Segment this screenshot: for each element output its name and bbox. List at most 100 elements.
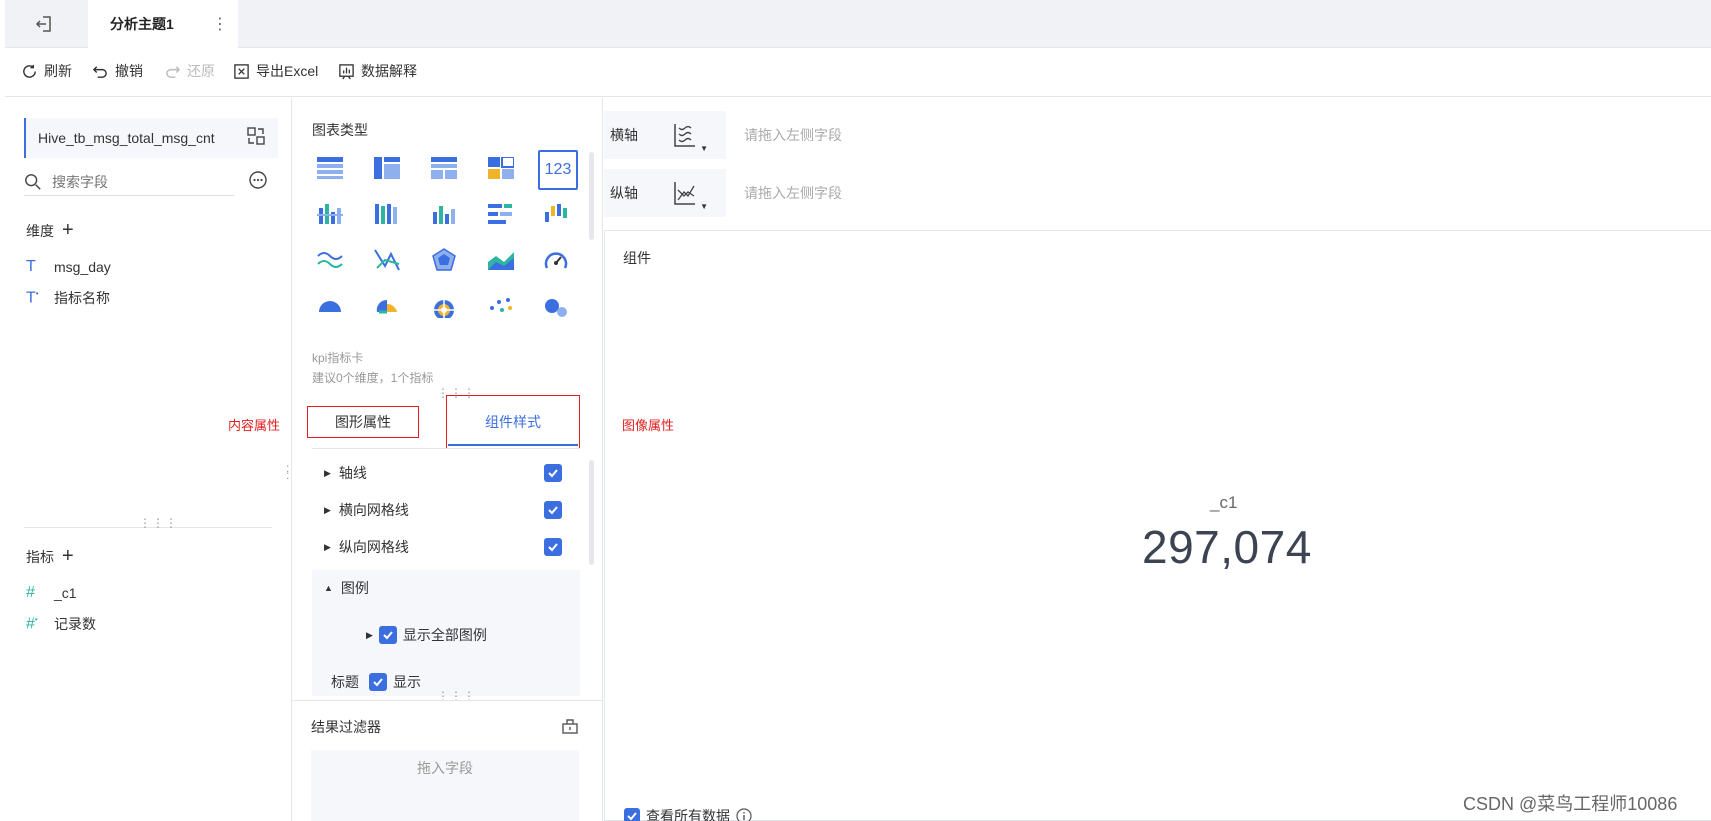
x-axis-type-icon[interactable]: ▼ [654,111,714,159]
show-all-legend-option[interactable]: ▶ 显示全部图例 [366,625,487,645]
tab-style-label: 组件样式 [485,414,541,430]
panel-divider [292,700,603,701]
redo-label: 还原 [187,63,215,79]
checkbox-checked[interactable] [544,538,562,556]
view-all-label: 查看所有数据 [646,808,730,821]
resize-handle[interactable]: ⋮⋮⋮ [437,690,476,702]
gauge-chart-icon[interactable] [538,242,574,278]
y-axis-type-icon[interactable]: ▼ [654,169,714,217]
csdn-watermark: CSDN @菜鸟工程师10086 [1463,794,1678,814]
multi-line-icon[interactable] [369,242,405,278]
content-props-annotation: 内容属性 [228,418,281,433]
dashboard-card-icon[interactable] [483,150,519,186]
y-axis-drop-zone[interactable]: 请拖入左侧字段 [726,169,1711,217]
tab-title: 分析主题1 [110,16,174,32]
checkbox-checked[interactable] [544,501,562,519]
prop-label: 纵向网格线 [338,539,409,555]
kpi-glyph: 123 [544,161,572,178]
field-label: 记录数 [54,616,96,632]
prop-vertical-grid[interactable]: ▶ 纵向网格线 [312,529,580,565]
pie-chart-icon[interactable] [312,288,348,324]
checkbox-checked[interactable] [378,626,397,644]
title-show-label: 显示 [393,674,421,690]
x-axis-drop-zone[interactable]: 请拖入左侧字段 [726,111,1711,159]
switch-dataset-icon[interactable] [246,126,266,146]
component-label: 组件 [623,250,651,266]
detail-table-icon[interactable] [426,150,462,186]
redo-button[interactable]: 还原 [164,61,215,81]
line-chart-icon[interactable] [312,242,348,278]
tab-component-style[interactable]: 组件样式 [446,395,580,449]
collapse-arrow-icon: ▲ [324,583,333,593]
dataset-name: Hive_tb_msg_total_msg_cnt [38,130,215,146]
kpi-value: 297,074 [1142,521,1312,573]
radar-chart-icon[interactable] [426,242,462,278]
rose-chart-icon[interactable] [369,288,405,324]
title-show-option[interactable]: 标题 显示 [331,672,421,692]
tab-divider [312,448,580,449]
image-props-annotation: 图像属性 [622,418,675,433]
add-dimension-icon[interactable]: + [62,219,74,242]
horizontal-bar-icon[interactable] [483,196,519,232]
dimension-field[interactable]: T• 指标名称 [26,288,110,308]
undo-icon [92,65,107,78]
info-icon[interactable] [736,808,752,821]
y-axis-label: 纵轴 [610,185,638,201]
metric-field[interactable]: #• 记录数 [26,614,96,634]
table-chart-icon[interactable] [312,150,348,186]
exit-icon[interactable] [34,14,54,34]
area-chart-icon[interactable] [483,242,519,278]
show-all-legend-label: 显示全部图例 [402,627,487,643]
field-panel [5,98,292,821]
prop-axis-line[interactable]: ▶ 轴线 [312,455,580,491]
sunburst-chart-icon[interactable] [426,288,462,324]
chart-types-title: 图表类型 [312,122,368,138]
prop-horizontal-grid[interactable]: ▶ 横向网格线 [312,492,580,528]
horizontal-resize-handle[interactable]: ⋮⋮⋮ [139,517,178,529]
dimensions-section: 维度 + [26,219,74,242]
bar-chart-icon[interactable] [426,196,462,232]
dataset-selector[interactable]: Hive_tb_msg_total_msg_cnt [24,118,278,158]
prop-legend[interactable]: ▲ 图例 [312,570,580,606]
checkbox-checked[interactable] [624,808,640,821]
dimension-field[interactable]: T msg_day [26,258,111,276]
search-input[interactable] [52,173,212,190]
add-metric-icon[interactable]: + [62,545,74,568]
vertical-resize-handle[interactable]: :: [286,462,290,481]
checkbox-checked[interactable] [544,464,562,482]
filter-settings-icon[interactable] [561,717,579,735]
more-options-icon[interactable] [248,170,268,190]
search-icon [25,173,41,190]
metrics-section: 指标 + [26,545,74,568]
kpi-card-icon[interactable]: 123 [538,150,578,190]
scatter-chart-icon[interactable] [483,288,519,324]
export-label: 导出Excel [256,63,319,79]
dimensions-title: 维度 [26,222,54,239]
prop-label: 横向网格线 [338,502,409,518]
bubble-chart-icon[interactable] [538,288,574,324]
chart-type-hint: 建议0个维度，1个指标 [312,371,434,385]
filter-drop-zone[interactable]: 拖入字段 [311,750,579,821]
data-explain-button[interactable]: 数据解释 [338,61,417,81]
cross-table-icon[interactable] [369,150,405,186]
number-type-calc-icon: #• [26,614,38,633]
export-excel-button[interactable]: 导出Excel [233,61,318,81]
refresh-icon [23,64,36,78]
refresh-button[interactable]: 刷新 [21,61,72,81]
undo-button[interactable]: 撤销 [92,61,143,81]
vertical-dots-icon[interactable]: ⋮ [212,14,228,34]
checkbox-checked[interactable] [369,673,387,691]
prop-label: 轴线 [338,465,367,481]
stacked-bar-icon[interactable] [369,196,405,232]
field-search[interactable] [24,168,234,196]
range-bar-icon[interactable] [538,196,574,232]
metric-field[interactable]: # _c1 [26,584,77,602]
expand-arrow-icon: ▶ [324,541,331,552]
grouped-bar-icon[interactable] [312,196,348,232]
view-all-data-option[interactable]: 查看所有数据 [624,806,752,821]
chart-explain-icon [339,63,354,79]
active-tab-underline [448,444,578,446]
tab-graph-props[interactable]: 图形属性 [307,406,419,438]
props-scrollbar[interactable] [589,460,594,565]
chart-types-scrollbar[interactable] [589,152,594,240]
